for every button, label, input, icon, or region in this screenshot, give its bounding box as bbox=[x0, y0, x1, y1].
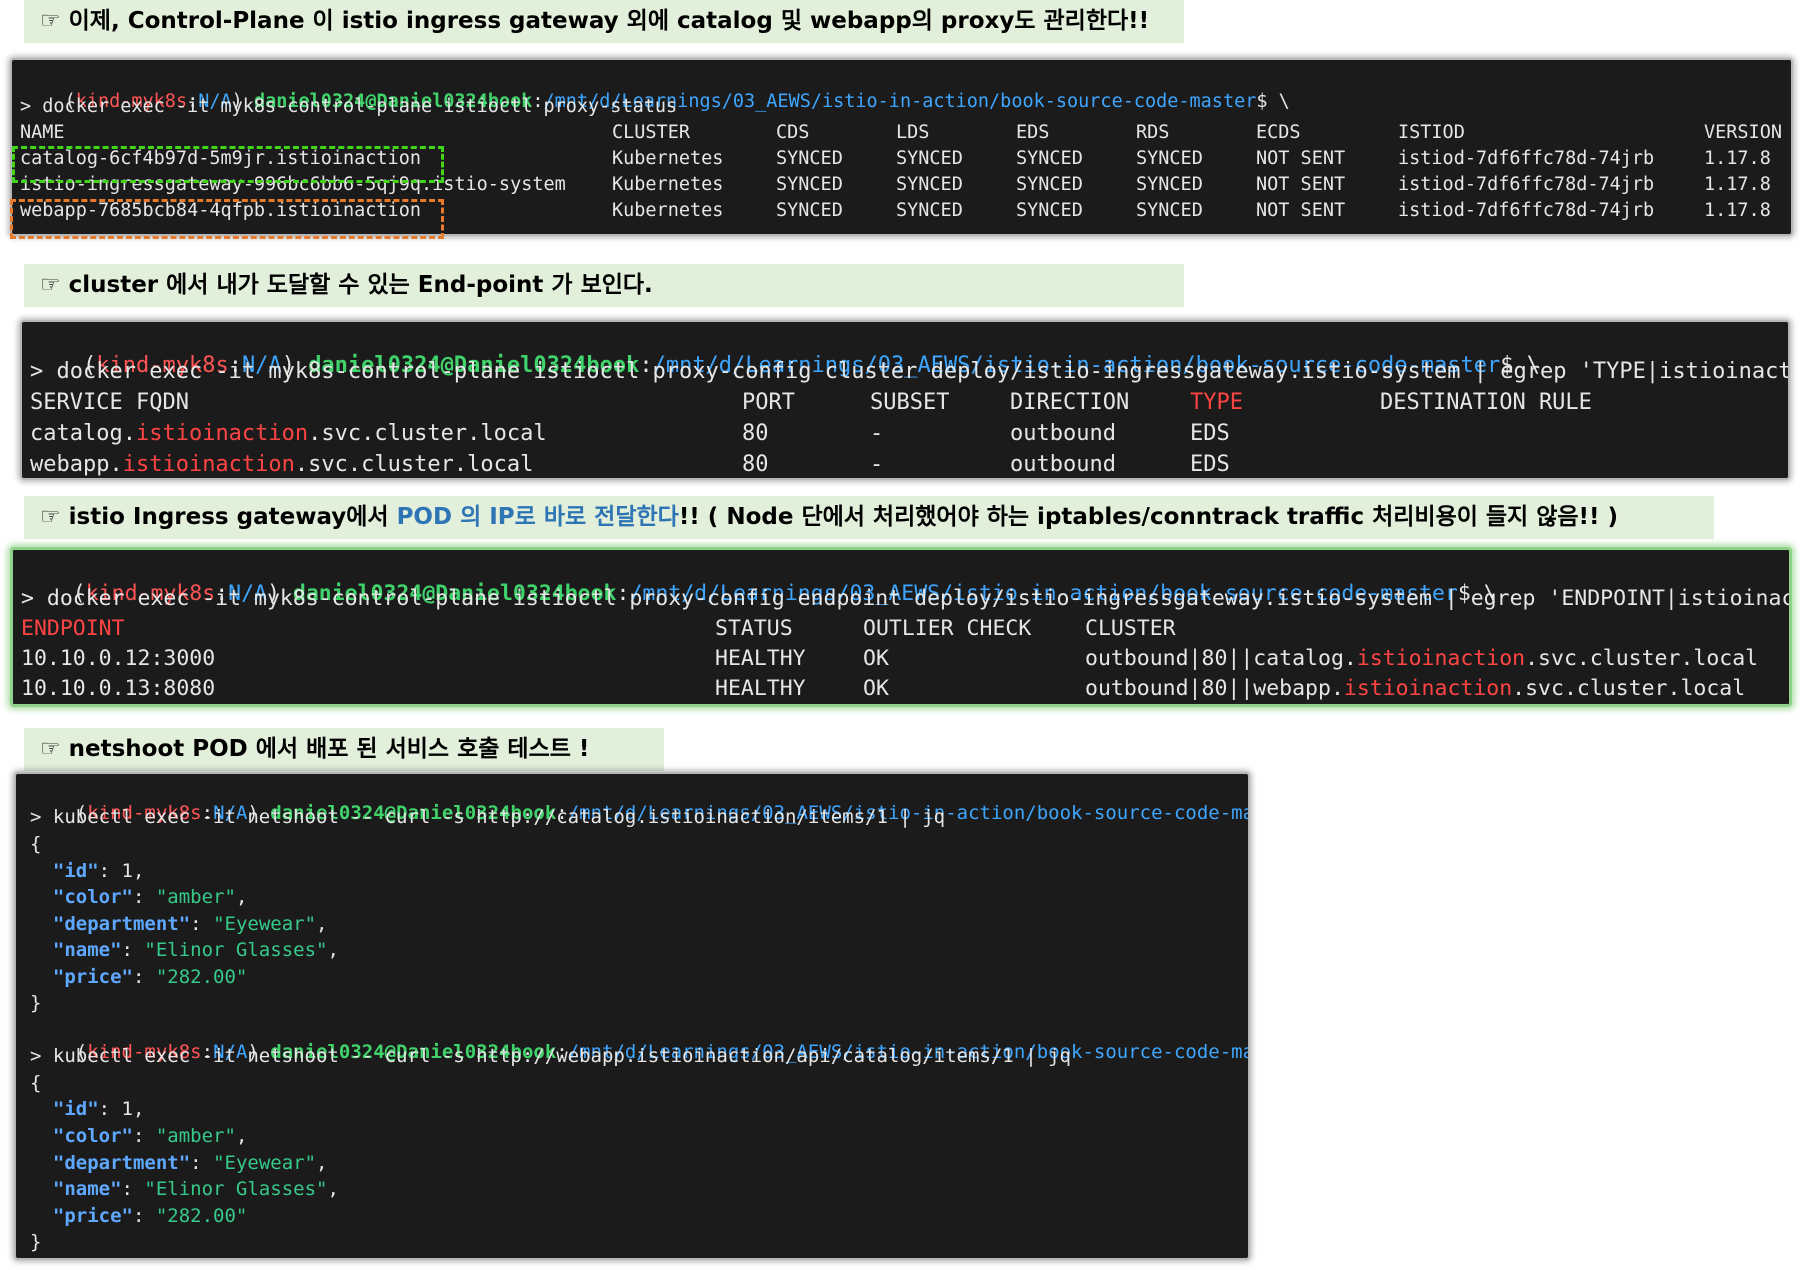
terminal-proxy-config-cluster[interactable]: (kind-myk8s:N/A) daniel0324@Daniel0324bo… bbox=[20, 320, 1790, 480]
json-line-name: "name": "Elinor Glasses", bbox=[52, 939, 339, 961]
table-row: webapp.istioinaction.svc.cluster.local 8… bbox=[30, 452, 1230, 477]
terminal-proxy-config-endpoint[interactable]: (kind-myk8s:N/A) daniel0324@Daniel0324bo… bbox=[10, 547, 1792, 707]
table-header: NAME CLUSTER CDS LDS EDS RDS ECDS ISTIOD… bbox=[20, 122, 1782, 143]
json-close-brace: } bbox=[30, 1231, 42, 1253]
table-row: catalog.istioinaction.svc.cluster.local … bbox=[30, 421, 1230, 446]
json-line-id: "id": 1, bbox=[52, 860, 145, 882]
banner-cluster-note: ☞ cluster 에서 내가 도달할 수 있는 End-point 가 보인다… bbox=[24, 264, 1184, 307]
json-open-brace: { bbox=[30, 1072, 42, 1094]
banner-proxy-status-note: ☞ 이제, Control-Plane 이 istio ingress gate… bbox=[24, 0, 1184, 43]
json-line-department: "department": "Eyewear", bbox=[52, 1152, 328, 1174]
json-open-brace: { bbox=[30, 833, 42, 855]
command-line: > kubectl exec -it netshoot -- curl -s h… bbox=[30, 1045, 1071, 1067]
banner-netshoot-note: ☞ netshoot POD 에서 배포 된 서비스 호출 테스트 ! bbox=[24, 728, 664, 771]
json-line-price: "price": "282.00" bbox=[52, 1205, 248, 1227]
json-line-id: "id": 1, bbox=[52, 1098, 145, 1120]
banner-endpoint-note: ☞ istio Ingress gateway에서 POD 의 IP로 바로 전… bbox=[24, 496, 1714, 539]
json-line-color: "color": "amber", bbox=[52, 886, 248, 908]
webapp-row-highlight bbox=[10, 199, 444, 239]
table-header: SERVICE FQDN PORT SUBSET DIRECTION TYPE … bbox=[30, 390, 1592, 415]
command-line: > docker exec -it myk8s-control-plane is… bbox=[30, 359, 1790, 384]
terminal-netshoot-curl[interactable]: (kind-myk8s:N/A) daniel0324@Daniel0324bo… bbox=[14, 772, 1250, 1260]
json-line-color: "color": "amber", bbox=[52, 1125, 248, 1147]
command-line: > docker exec -it myk8s-control-plane is… bbox=[21, 586, 1792, 611]
json-line-price: "price": "282.00" bbox=[52, 966, 248, 988]
json-close-brace: } bbox=[30, 992, 42, 1014]
json-line-name: "name": "Elinor Glasses", bbox=[52, 1178, 339, 1200]
catalog-row-highlight bbox=[12, 146, 444, 183]
command-line: > docker exec -it myk8s-control-plane is… bbox=[20, 96, 678, 117]
table-row: 10.10.0.12:3000 HEALTHY OK outbound|80||… bbox=[21, 646, 1759, 671]
table-header: ENDPOINT STATUS OUTLIER CHECK CLUSTER bbox=[21, 616, 1176, 641]
json-line-department: "department": "Eyewear", bbox=[52, 913, 328, 935]
table-row: 10.10.0.13:8080 HEALTHY OK outbound|80||… bbox=[21, 676, 1746, 701]
command-line: > kubectl exec -it netshoot -- curl -s h… bbox=[30, 806, 946, 828]
